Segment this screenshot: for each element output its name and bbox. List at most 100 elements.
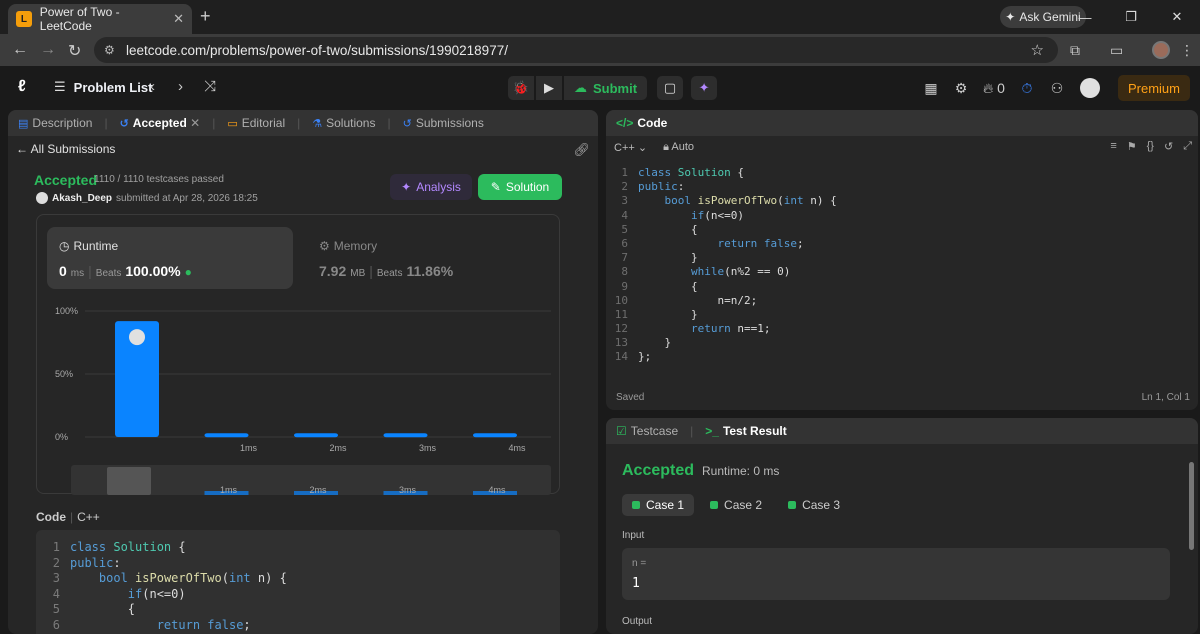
add-user-icon[interactable]: ⚇: [1042, 80, 1072, 97]
reset-icon[interactable]: ↺: [1164, 140, 1173, 153]
share-link-icon[interactable]: 🔗︎: [573, 142, 590, 158]
output-label: Output: [622, 616, 653, 627]
input-value: 1: [632, 576, 640, 591]
format-icon[interactable]: ≡: [1110, 140, 1116, 153]
notes-icon[interactable]: ▢: [657, 76, 684, 100]
runtime-card[interactable]: ◷ Runtime 0 ms | Beats 100.00% ●: [47, 227, 293, 289]
settings-gear-icon[interactable]: ⚙: [946, 80, 976, 97]
tab-description[interactable]: ▤ Description: [18, 116, 92, 130]
line-number: 5: [621, 222, 628, 236]
cloud-upload-icon: ☁: [574, 80, 587, 95]
problem-list-button[interactable]: ☰ Problem List: [54, 79, 152, 95]
fire-icon: 🔥︎: [983, 79, 994, 96]
reload-icon[interactable]: ↻: [68, 41, 81, 61]
shuffle-icon[interactable]: ⤨: [204, 78, 216, 95]
tab-code[interactable]: </> Code: [616, 116, 667, 130]
result-status: Accepted: [622, 462, 695, 479]
runtime-beats-label: Beats: [95, 268, 122, 279]
url-field[interactable]: ⚙ leetcode.com/problems/power-of-two/sub…: [94, 37, 1058, 63]
performance-stats: ◷ Runtime 0 ms | Beats 100.00% ● ⚙ Memory …: [36, 214, 561, 495]
code-line: 10 n=n/2;: [606, 294, 1198, 308]
language-select[interactable]: C++ ⌄: [614, 141, 647, 154]
input-label: Input: [622, 530, 645, 541]
tab-submissions-label: Submissions: [415, 116, 484, 130]
expand-icon[interactable]: ⤢: [1183, 140, 1192, 153]
site-info-icon[interactable]: ⚙: [104, 43, 118, 57]
premium-button[interactable]: Premium: [1117, 75, 1190, 101]
line-number: 1: [621, 166, 628, 179]
line-number: 2: [621, 180, 628, 194]
bookmark-icon[interactable]: ⚑: [1127, 140, 1137, 153]
line-number: 3: [621, 194, 628, 208]
code-editor[interactable]: 1 class Solution { 2 public: 3 bool isPowerO…: [606, 166, 1198, 365]
maximize-icon[interactable]: ❐: [1108, 9, 1154, 25]
browser-profile-avatar[interactable]: [1152, 41, 1170, 59]
close-window-icon[interactable]: ✕: [1154, 9, 1200, 25]
line-code: return n==1;: [690, 322, 771, 336]
navigator-tick-label: 3ms: [399, 485, 417, 495]
leetcode-logo-icon[interactable]: ℓ: [18, 78, 36, 98]
minimize-icon[interactable]: —: [1062, 10, 1108, 25]
code-brackets-icon: </>: [616, 116, 634, 130]
checkbox-icon: ☑: [616, 424, 627, 438]
layout-grid-icon[interactable]: ▦: [916, 80, 946, 97]
code-line: 11 }: [606, 308, 1198, 322]
tab-title: Power of Two - LeetCode: [39, 5, 120, 33]
runtime-label: Runtime: [73, 239, 119, 253]
input-var: n =: [632, 558, 647, 569]
new-tab-icon[interactable]: +: [200, 6, 211, 27]
line-code: bool isPowerOfTwo(int n) {: [664, 194, 837, 208]
memory-card[interactable]: ⚙ Memory 7.92 MB | Beats 11.86%: [307, 227, 553, 289]
cast-icon[interactable]: ▭: [1110, 42, 1123, 59]
forward-icon[interactable]: →: [40, 41, 56, 59]
memory-label: Memory: [333, 239, 378, 253]
ai-sparkle-icon[interactable]: ✦: [691, 76, 718, 100]
solution-button[interactable]: ✎ Solution: [478, 174, 562, 200]
runtime-distribution-chart: 100% 50% 0% 1ms 2ms 3ms 4ms 1ms 2ms 3ms 4ms: [37, 295, 561, 495]
all-submissions-link[interactable]: ← All Submissions: [16, 142, 115, 156]
bookmark-star-icon[interactable]: ☆: [1031, 41, 1044, 59]
prev-problem-icon[interactable]: ‹: [150, 78, 155, 95]
close-tab-icon[interactable]: ✕: [173, 11, 184, 27]
submit-label: Submit: [593, 80, 638, 96]
close-tab-icon[interactable]: ✕: [190, 116, 200, 130]
code-editor-panel: </> Code C++ ⌄ 🔒︎ Auto ≡ ⚑ {} ↺ ⤢ 1 class …: [606, 110, 1198, 410]
gemini-icon: ✦: [1005, 10, 1016, 24]
browser-tab[interactable]: L Power of Two - LeetCode ✕: [8, 4, 192, 34]
next-problem-icon[interactable]: ›: [178, 78, 183, 95]
run-icon[interactable]: ▶: [536, 76, 562, 100]
line-code: return false;: [717, 236, 804, 250]
line-code: public:: [638, 180, 685, 194]
auto-mode-toggle[interactable]: 🔒︎ Auto: [663, 141, 694, 154]
timer-icon[interactable]: ⏱: [1012, 80, 1042, 97]
memory-unit: MB: [350, 268, 366, 279]
pass-check-icon: [632, 501, 640, 509]
case-2-tab[interactable]: Case 2: [700, 494, 772, 516]
menu-icon[interactable]: ⋮: [1180, 42, 1194, 59]
problem-list-label: Problem List: [73, 79, 153, 95]
y-tick-label: 50%: [55, 369, 73, 379]
tab-editorial[interactable]: ▭ Editorial: [227, 116, 285, 130]
case-1-tab[interactable]: Case 1: [622, 494, 695, 516]
result-runtime: Runtime: 0 ms: [702, 464, 780, 478]
username[interactable]: Akash_Deep: [52, 193, 112, 204]
result-scrollbar[interactable]: [1189, 462, 1194, 550]
tab-solutions-label: Solutions: [326, 116, 376, 130]
tab-solutions[interactable]: ⚗ Solutions: [312, 116, 375, 130]
analysis-button[interactable]: ✦ Analysis: [390, 174, 472, 200]
tab-testcase[interactable]: ☑ Testcase: [616, 424, 678, 438]
case-3-label: Case 3: [802, 498, 841, 512]
tab-accepted[interactable]: ↺ Accepted ✕: [120, 116, 201, 130]
braces-icon[interactable]: {}: [1147, 140, 1154, 153]
user-position-marker: [129, 329, 145, 346]
case-3-tab[interactable]: Case 3: [778, 494, 850, 516]
user-avatar[interactable]: [1079, 78, 1100, 98]
tab-submissions[interactable]: ↺ Submissions: [403, 116, 484, 130]
streak-counter[interactable]: 🔥︎ 0: [976, 80, 1012, 97]
extensions-icon[interactable]: ⧉: [1070, 42, 1080, 59]
tab-test-result[interactable]: >_ Test Result: [705, 424, 786, 438]
line-code: class Solution {: [638, 166, 744, 179]
debug-icon[interactable]: 🐞: [508, 76, 534, 100]
submit-button[interactable]: ☁ Submit: [564, 76, 648, 100]
back-icon[interactable]: ←: [12, 41, 28, 59]
